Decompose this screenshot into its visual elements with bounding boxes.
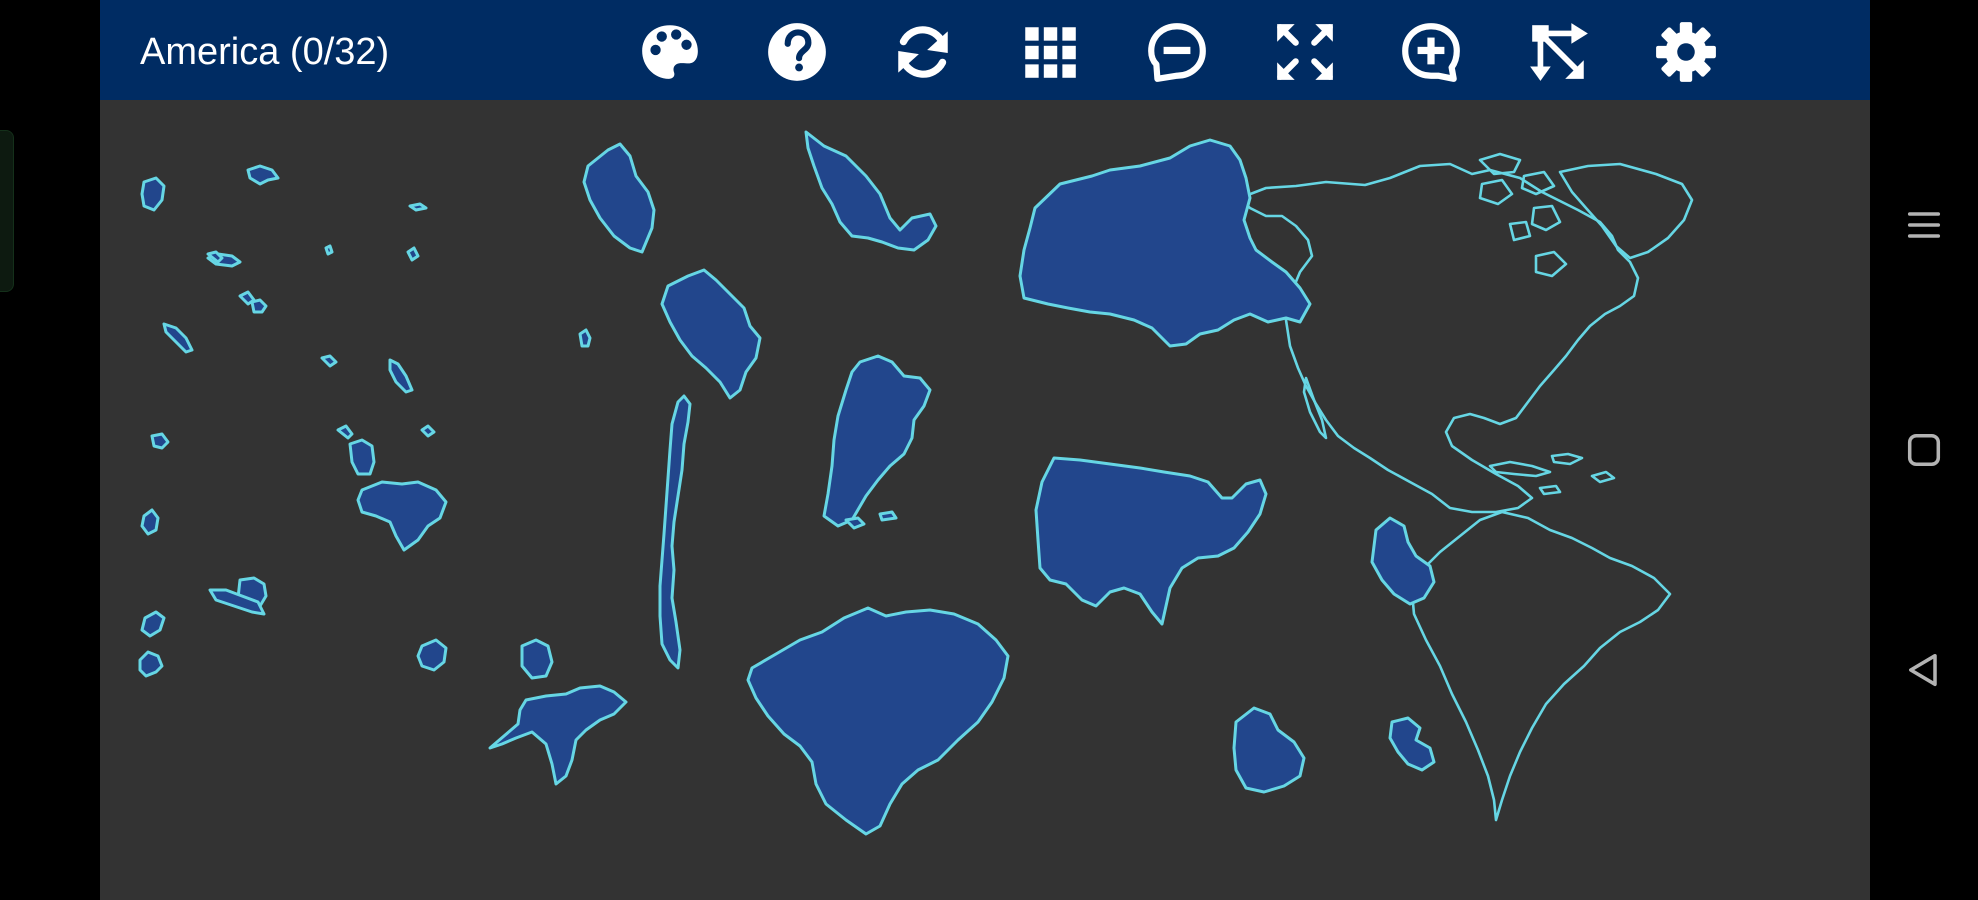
piece-ecuador[interactable] bbox=[488, 684, 628, 786]
puzzle-pieces bbox=[138, 130, 1436, 836]
palette-icon bbox=[642, 25, 698, 79]
target-outline-arctic-islands bbox=[1478, 152, 1568, 278]
system-navigation-bar bbox=[1870, 0, 1978, 900]
menu-icon bbox=[1907, 212, 1941, 238]
recent-apps-button[interactable] bbox=[1899, 200, 1949, 250]
piece-saint-lucia[interactable] bbox=[578, 328, 592, 348]
zoom-out-icon bbox=[1148, 23, 1206, 82]
piece-venezuela[interactable] bbox=[356, 480, 448, 552]
piece-guatemala[interactable] bbox=[140, 610, 166, 638]
piece-uruguay[interactable] bbox=[1388, 716, 1436, 772]
piece-colombia[interactable] bbox=[660, 268, 762, 400]
arrange-icon bbox=[1530, 23, 1588, 81]
piece-nicaragua[interactable] bbox=[138, 650, 164, 678]
back-icon bbox=[1909, 653, 1937, 687]
piece-peru[interactable] bbox=[582, 142, 656, 254]
piece-antigua[interactable] bbox=[238, 290, 256, 306]
piece-bolivia[interactable] bbox=[1232, 706, 1306, 794]
settings-button[interactable] bbox=[1651, 17, 1721, 87]
piece-grenada[interactable] bbox=[324, 202, 428, 262]
target-outline-south-america bbox=[1410, 510, 1672, 822]
back-button[interactable] bbox=[1899, 645, 1949, 695]
level-title: America (0/32) bbox=[140, 31, 390, 73]
help-button[interactable] bbox=[762, 17, 832, 87]
piece-dominican-republic[interactable] bbox=[246, 164, 280, 186]
zoom-out-button[interactable] bbox=[1142, 17, 1212, 87]
piece-chile[interactable] bbox=[658, 394, 692, 670]
piece-el-salvador[interactable] bbox=[140, 508, 160, 536]
grid-button[interactable] bbox=[1015, 17, 1085, 87]
zoom-in-icon bbox=[1402, 23, 1460, 82]
fullscreen-button[interactable] bbox=[1270, 17, 1340, 87]
zoom-in-button[interactable] bbox=[1396, 17, 1466, 87]
target-outline-caribbean bbox=[1488, 452, 1616, 496]
device-screen: America (0/32) bbox=[0, 0, 1978, 900]
fullscreen-icon bbox=[1277, 24, 1333, 80]
puzzle-board bbox=[100, 100, 1870, 900]
refresh-button[interactable] bbox=[888, 17, 958, 87]
piece-belize[interactable] bbox=[150, 432, 170, 450]
arrange-button[interactable] bbox=[1524, 17, 1594, 87]
home-button[interactable] bbox=[1899, 425, 1949, 475]
piece-panama[interactable] bbox=[416, 638, 448, 672]
piece-united-states[interactable] bbox=[1034, 456, 1268, 626]
piece-trinidad-and-tobago[interactable] bbox=[250, 298, 268, 314]
piece-cuba[interactable] bbox=[162, 322, 194, 354]
piece-puerto-rico[interactable] bbox=[388, 358, 414, 394]
top-toolbar: America (0/32) bbox=[100, 0, 1870, 100]
refresh-icon bbox=[898, 26, 948, 78]
gear-icon bbox=[1656, 22, 1716, 82]
piece-guyana[interactable] bbox=[520, 638, 554, 680]
piece-haiti[interactable] bbox=[140, 176, 166, 212]
piece-brazil[interactable] bbox=[746, 606, 1010, 836]
edge-panel-handle[interactable] bbox=[0, 130, 14, 292]
piece-paraguay[interactable] bbox=[1370, 516, 1436, 606]
americas-target-outline bbox=[1238, 152, 1694, 822]
puzzle-app: America (0/32) bbox=[100, 0, 1870, 900]
piece-barbados[interactable] bbox=[320, 354, 338, 368]
piece-mexico[interactable] bbox=[804, 130, 938, 252]
help-icon bbox=[768, 23, 826, 81]
piece-bahamas[interactable] bbox=[336, 424, 436, 440]
piece-canada[interactable] bbox=[1018, 138, 1312, 348]
grid-icon bbox=[1025, 27, 1076, 78]
piece-suriname[interactable] bbox=[348, 438, 376, 476]
palette-button[interactable] bbox=[635, 17, 705, 87]
board-canvas bbox=[138, 130, 1694, 836]
piece-argentina[interactable] bbox=[822, 354, 932, 528]
home-icon bbox=[1907, 433, 1941, 467]
